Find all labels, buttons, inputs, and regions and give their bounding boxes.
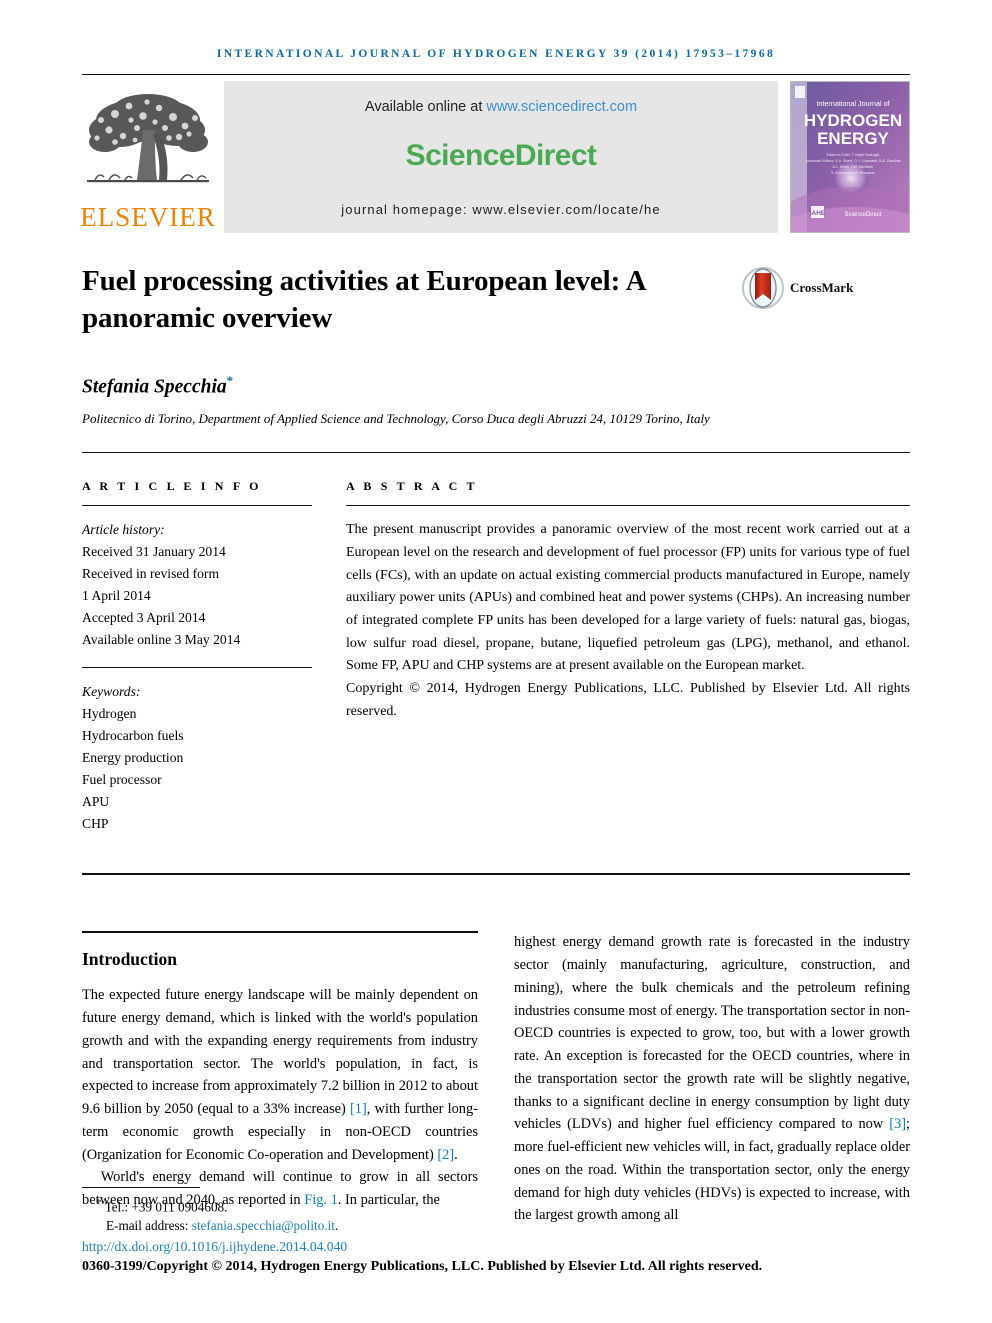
elsevier-wordmark: ELSEVIER	[80, 202, 216, 232]
footer-copyright: 0360-3199/Copyright © 2014, Hydrogen Ene…	[82, 1259, 763, 1274]
keyword-item: APU	[82, 794, 110, 810]
email-link[interactable]: stefania.specchia@polito.it	[192, 1218, 335, 1233]
abstract-copyright: Copyright © 2014, Hydrogen Energy Public…	[346, 680, 910, 719]
article-history-label: Article history:	[82, 522, 165, 538]
sciencedirect-logo[interactable]: ScienceDirect	[406, 139, 597, 173]
article-history-block: Article history: Received 31 January 201…	[82, 519, 312, 651]
crossmark-label: CrossMark	[790, 280, 854, 295]
author-name-text: Stefania Specchia	[82, 376, 227, 398]
keywords-label: Keywords:	[82, 684, 141, 700]
reference-link-3[interactable]: [3]	[889, 1116, 906, 1132]
info-abstract-section: A R T I C L E I N F O Article history: R…	[82, 479, 910, 835]
corresponding-tel: * Tel.: +39 011 0904608.	[82, 1195, 910, 1217]
page-footer: * Tel.: +39 011 0904608. E-mail address:…	[82, 1186, 910, 1275]
keyword-item: Hydrocarbon fuels	[82, 728, 184, 744]
history-item: Received 31 January 2014	[82, 544, 226, 560]
svg-text:Associate Editors: S.A. Sherif: Associate Editors: S.A. Sherif, D.Y. Gos…	[805, 159, 900, 163]
email-label: E-mail address:	[106, 1218, 192, 1234]
history-item: Received in revised form	[82, 566, 220, 582]
abstract-bottom-divider	[82, 873, 910, 876]
intro-right-part-a: highest energy demand growth rate is for…	[514, 934, 910, 1133]
sciencedirect-link[interactable]: www.sciencedirect.com	[486, 99, 637, 115]
keyword-item: CHP	[82, 816, 109, 832]
keywords-rule	[82, 667, 312, 669]
available-online-line: Available online at www.sciencedirect.co…	[365, 99, 637, 115]
svg-text:Editor-in-Chief: T. Nejat Vezi: Editor-in-Chief: T. Nejat Veziroglu	[827, 153, 880, 157]
intro-p1-part-c: .	[454, 1146, 458, 1163]
introduction-heading: Introduction	[82, 949, 177, 970]
svg-text:HYDROGEN: HYDROGEN	[804, 111, 902, 130]
journal-homepage-line[interactable]: journal homepage: www.elsevier.com/locat…	[341, 202, 660, 217]
keyword-item: Hydrogen	[82, 706, 137, 722]
affiliation: Politecnico di Torino, Department of App…	[82, 410, 710, 426]
author-name: Stefania Specchia*	[82, 373, 910, 399]
body-columns: Introduction The expected future energy …	[82, 931, 910, 1227]
available-online-prefix: Available online at	[364, 99, 487, 115]
svg-text:A.L. Dicks, J.W. Sheffield,: A.L. Dicks, J.W. Sheffield,	[832, 165, 873, 169]
journal-masthead: ELSEVIER Available online at www.science…	[80, 81, 910, 233]
introduction-rule	[82, 931, 478, 934]
svg-text:IAHE: IAHE	[810, 210, 826, 217]
reference-link-1[interactable]: [1]	[350, 1101, 367, 1117]
abstract-body: The present manuscript provides a panora…	[346, 522, 910, 674]
author-corresponding-marker: *	[226, 373, 234, 389]
email-suffix: .	[334, 1218, 339, 1234]
article-page: International Journal of Hydrogen Energy…	[0, 0, 992, 1323]
crossmark-icon	[742, 267, 784, 309]
intro-p1-part-a: The expected future energy landscape wil…	[82, 987, 478, 1118]
svg-text:S. Ercel and D.A. Fernando: S. Ercel and D.A. Fernando	[831, 171, 875, 175]
intro-paragraph-right: highest energy demand growth rate is for…	[514, 931, 910, 1227]
svg-text:ENERGY: ENERGY	[817, 129, 889, 148]
keyword-item: Fuel processor	[82, 772, 162, 788]
footnote-divider	[82, 1186, 200, 1188]
keywords-block: Keywords: Hydrogen Hydrocarbon fuels Ene…	[82, 681, 312, 835]
page-title: Fuel processing activities at European l…	[82, 265, 645, 335]
doi-line[interactable]: http://dx.doi.org/10.1016/j.ijhydene.201…	[82, 1239, 910, 1255]
article-info-rule	[82, 505, 312, 507]
header-divider	[82, 74, 910, 75]
reference-link-2[interactable]: [2]	[437, 1147, 454, 1163]
doi-link[interactable]: http://dx.doi.org/10.1016/j.ijhydene.201…	[82, 1239, 347, 1254]
svg-text:ScienceDirect: ScienceDirect	[844, 212, 881, 218]
keyword-item: Energy production	[82, 750, 184, 766]
intro-paragraph-1: The expected future energy landscape wil…	[82, 984, 478, 1166]
tel-text: Tel.: +39 011 0904608.	[104, 1198, 228, 1214]
article-info-column: A R T I C L E I N F O Article history: R…	[82, 479, 346, 835]
title-row: Fuel processing activities at European l…	[82, 263, 910, 337]
body-column-left: Introduction The expected future energy …	[82, 931, 478, 1227]
title-divider	[82, 452, 910, 454]
journal-cover-thumbnail[interactable]: International Journal of HYDROGEN ENERGY…	[790, 81, 910, 233]
abstract-rule	[346, 505, 910, 507]
abstract-heading: A B S T R A C T	[346, 479, 478, 494]
corresponding-email: E-mail address: stefania.specchia@polito…	[82, 1216, 910, 1236]
history-item: 1 April 2014	[82, 588, 151, 604]
running-head: International Journal of Hydrogen Energy…	[216, 48, 776, 60]
svg-text:International Journal of: International Journal of	[816, 99, 889, 108]
elsevier-logo: ELSEVIER	[80, 81, 216, 233]
abstract-column: A B S T R A C T The present manuscript p…	[346, 479, 910, 835]
history-item: Available online 3 May 2014	[82, 632, 241, 648]
history-item: Accepted 3 April 2014	[82, 610, 206, 626]
sciencedirect-banner: Available online at www.sciencedirect.co…	[224, 81, 778, 233]
body-column-right: highest energy demand growth rate is for…	[514, 931, 910, 1227]
footnote-marker: *	[96, 1196, 102, 1209]
crossmark-badge[interactable]: CrossMark	[742, 267, 853, 309]
article-info-heading: A R T I C L E I N F O	[82, 479, 262, 494]
elsevier-tree-icon	[85, 90, 211, 202]
